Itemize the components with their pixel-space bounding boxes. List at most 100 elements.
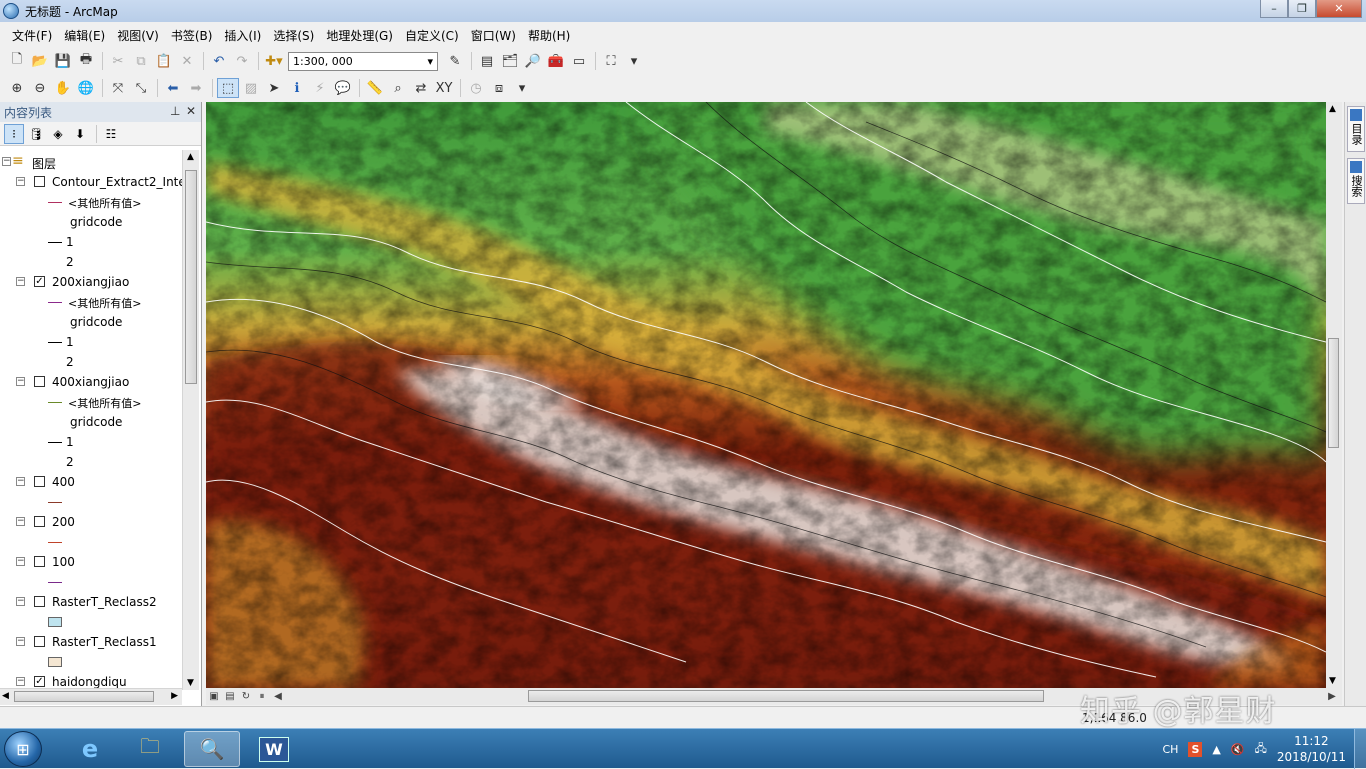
menu-help[interactable]: 帮助(H)	[522, 27, 576, 44]
scroll-right-icon[interactable]: ▶	[171, 691, 178, 701]
collapse-icon[interactable]: −	[16, 477, 25, 486]
full-extent-globe-icon[interactable]: 🌐	[75, 78, 97, 98]
back-extent-icon[interactable]: ⬅	[162, 78, 184, 98]
print-icon[interactable]: 🖶	[75, 51, 97, 71]
pin-icon[interactable]: ⊥	[170, 104, 180, 118]
menu-file[interactable]: 文件(F)	[6, 27, 58, 44]
time-slider-icon[interactable]: ◷	[465, 78, 487, 98]
file-explorer-icon[interactable]: 🗀	[122, 731, 178, 767]
copy-icon[interactable]: ⧉	[130, 51, 152, 71]
find-route-icon[interactable]: ⇄	[410, 78, 432, 98]
layer-item[interactable]: − ✓ 200xiangjiao	[0, 272, 180, 292]
word-icon[interactable]: W	[246, 731, 302, 767]
save-icon[interactable]: 💾	[52, 51, 74, 71]
select-elements-arrow-icon[interactable]: ➤	[263, 78, 285, 98]
collapse-icon[interactable]: −	[16, 677, 25, 686]
cut-icon[interactable]: ✂	[107, 51, 129, 71]
toc-options-icon[interactable]: ☷	[101, 124, 121, 144]
scroll-right-icon[interactable]: ▶	[1324, 690, 1340, 704]
arctoolbox-icon[interactable]: 🧰	[545, 51, 567, 71]
layer-item[interactable]: − 400	[0, 472, 180, 492]
find-binoculars-icon[interactable]: ⌕	[387, 78, 409, 98]
sogou-input-icon[interactable]: S	[1188, 742, 1202, 757]
toc-vertical-scrollbar[interactable]: ▲ ▼	[182, 150, 199, 690]
layer-visibility-checkbox[interactable]	[34, 636, 45, 647]
network-icon[interactable]: 🖧	[1255, 740, 1267, 759]
map-scale-dropdown[interactable]: 1:300, 000 ▾	[288, 52, 438, 71]
arcmap-taskbar-icon[interactable]: 🔍	[184, 731, 240, 767]
show-desktop-button[interactable]	[1354, 729, 1366, 769]
fixed-zoom-out-icon[interactable]: ⤡	[130, 78, 152, 98]
toolbar-options-icon[interactable]: ▾	[623, 51, 645, 71]
new-document-icon[interactable]: 🗋	[6, 51, 28, 71]
measure-icon[interactable]: 📏	[364, 78, 386, 98]
layer-visibility-checkbox[interactable]	[34, 376, 45, 387]
close-button[interactable]: ✕	[1316, 0, 1362, 18]
menu-view[interactable]: 视图(V)	[111, 27, 165, 44]
close-icon[interactable]: ✕	[186, 104, 196, 118]
identify-icon[interactable]: ℹ	[286, 78, 308, 98]
create-viewer-window-icon[interactable]: ⧈	[488, 78, 510, 98]
layers-root[interactable]: − ≡ 图层	[0, 152, 180, 172]
start-button[interactable]: ⊞	[4, 731, 42, 767]
scroll-thumb[interactable]	[528, 690, 1044, 702]
dock-tab-search[interactable]: 搜索	[1347, 158, 1365, 204]
zoom-out-icon[interactable]: ⊖	[29, 78, 51, 98]
collapse-icon[interactable]: −	[16, 637, 25, 646]
list-by-selection-icon[interactable]: ⬇	[70, 124, 90, 144]
layer-visibility-checkbox[interactable]	[34, 596, 45, 607]
pan-hand-icon[interactable]: ✋	[52, 78, 74, 98]
collapse-icon[interactable]: −	[16, 277, 25, 286]
modelbuilder-icon[interactable]: ⛶	[600, 51, 622, 71]
select-features-icon[interactable]: ⬚	[217, 78, 239, 98]
layout-view-icon[interactable]: ▤	[222, 690, 238, 704]
collapse-icon[interactable]: −	[16, 557, 25, 566]
html-popup-icon[interactable]: 💬	[332, 78, 354, 98]
layer-visibility-checkbox[interactable]	[34, 476, 45, 487]
redo-icon[interactable]: ↷	[231, 51, 253, 71]
layer-item[interactable]: − RasterT_Reclass2	[0, 592, 180, 612]
collapse-icon[interactable]: −	[16, 377, 25, 386]
scroll-thumb[interactable]	[1328, 338, 1339, 448]
layer-item[interactable]: − 200	[0, 512, 180, 532]
paste-icon[interactable]: 📋	[153, 51, 175, 71]
menu-geoprocessing[interactable]: 地理处理(G)	[320, 27, 399, 44]
refresh-icon[interactable]: ↻	[238, 690, 254, 704]
undo-icon[interactable]: ↶	[208, 51, 230, 71]
menu-selection[interactable]: 选择(S)	[267, 27, 320, 44]
list-by-source-icon[interactable]: 🛢	[26, 124, 46, 144]
map-vertical-scrollbar[interactable]: ▲ ▼	[1326, 102, 1342, 688]
toc-horizontal-scrollbar[interactable]: ◀ ▶	[0, 688, 182, 705]
zoom-in-icon[interactable]: ⊕	[6, 78, 28, 98]
scroll-thumb[interactable]	[185, 170, 197, 384]
scroll-left-icon[interactable]: ◀	[2, 691, 9, 701]
list-by-drawing-order-icon[interactable]: ⁝	[4, 124, 24, 144]
search-window-icon[interactable]: 🔎	[522, 51, 544, 71]
catalog-icon[interactable]: 🗂	[499, 51, 521, 71]
scroll-down-icon[interactable]: ▼	[187, 678, 194, 688]
toolbar-options-icon[interactable]: ▾	[511, 78, 533, 98]
fixed-zoom-in-icon[interactable]: ⤧	[107, 78, 129, 98]
menu-windows[interactable]: 窗口(W)	[465, 27, 522, 44]
table-of-contents-icon[interactable]: ▤	[476, 51, 498, 71]
data-view-icon[interactable]: ▣	[206, 690, 222, 704]
collapse-icon[interactable]: −	[16, 597, 25, 606]
layer-visibility-checkbox[interactable]: ✓	[34, 676, 45, 687]
menu-edit[interactable]: 编辑(E)	[58, 27, 111, 44]
layer-item[interactable]: − RasterT_Reclass1	[0, 632, 180, 652]
maximize-button[interactable]: ❐	[1288, 0, 1316, 18]
clock[interactable]: 11:12 2018/10/11	[1277, 733, 1346, 765]
pause-drawing-icon[interactable]: ⏸	[254, 690, 270, 704]
input-language[interactable]: CH	[1163, 743, 1179, 756]
list-by-visibility-icon[interactable]: ◈	[48, 124, 68, 144]
forward-extent-icon[interactable]: ➡	[185, 78, 207, 98]
menu-bookmarks[interactable]: 书签(B)	[165, 27, 219, 44]
collapse-icon[interactable]: −	[16, 177, 25, 186]
python-window-icon[interactable]: ▭	[568, 51, 590, 71]
scroll-up-icon[interactable]: ▲	[1329, 104, 1336, 114]
clear-selection-icon[interactable]: ▨	[240, 78, 262, 98]
menu-customize[interactable]: 自定义(C)	[399, 27, 465, 44]
layer-visibility-checkbox[interactable]	[34, 556, 45, 567]
collapse-icon[interactable]: −	[16, 517, 25, 526]
open-folder-icon[interactable]: 📂	[29, 51, 51, 71]
